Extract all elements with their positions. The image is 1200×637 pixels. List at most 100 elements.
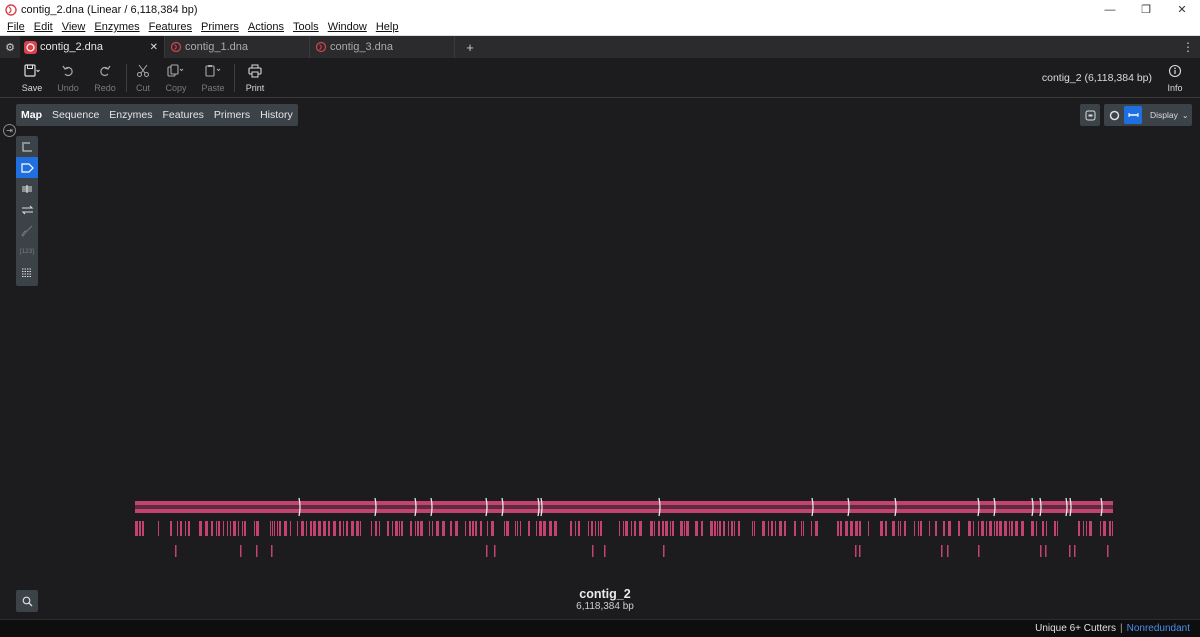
feature-mark[interactable] xyxy=(170,521,172,536)
feature-mark[interactable] xyxy=(480,521,482,536)
feature-mark[interactable] xyxy=(768,521,769,536)
feature-mark[interactable] xyxy=(135,521,138,536)
feature-mark[interactable] xyxy=(811,521,812,536)
feature-mark[interactable] xyxy=(771,521,773,536)
feature-mark[interactable] xyxy=(728,521,729,536)
feature-mark[interactable] xyxy=(415,521,416,536)
feature-mark[interactable] xyxy=(868,521,869,536)
feature-mark[interactable] xyxy=(904,521,906,536)
feature-mark[interactable] xyxy=(600,521,602,536)
feature-mark[interactable] xyxy=(859,521,861,536)
feature-mark[interactable] xyxy=(631,521,632,536)
feature-mark[interactable] xyxy=(850,521,853,536)
feature-mark[interactable] xyxy=(290,521,291,536)
feature-mark[interactable] xyxy=(731,521,733,536)
feature-mark[interactable] xyxy=(1100,521,1101,536)
feature-mark[interactable] xyxy=(1036,521,1037,536)
feature-mark[interactable] xyxy=(665,521,668,536)
feature-mark[interactable] xyxy=(885,521,887,536)
feature-mark[interactable] xyxy=(472,521,474,536)
feature-mark[interactable] xyxy=(401,521,403,536)
feature-mark[interactable] xyxy=(775,521,776,536)
enzyme-set-label[interactable]: Unique 6+ Cutters xyxy=(1035,623,1116,634)
feature-mark[interactable] xyxy=(343,521,344,536)
feature-mark[interactable] xyxy=(270,521,271,536)
feature-mark[interactable] xyxy=(274,521,275,536)
feature-mark[interactable] xyxy=(1112,521,1113,536)
feature-mark[interactable] xyxy=(420,521,423,536)
feature-mark[interactable] xyxy=(379,521,380,536)
feature-mark[interactable] xyxy=(717,521,718,536)
feature-mark[interactable] xyxy=(920,521,922,536)
feature-mark[interactable] xyxy=(272,521,273,536)
feature-mark[interactable] xyxy=(734,521,735,536)
feature-mark[interactable] xyxy=(914,521,915,536)
feature-mark[interactable] xyxy=(840,521,842,536)
feature-mark[interactable] xyxy=(672,521,674,536)
feature-mark[interactable] xyxy=(837,521,839,536)
feature-mark[interactable] xyxy=(779,521,782,536)
feature-mark[interactable] xyxy=(491,521,494,536)
feature-mark[interactable] xyxy=(318,521,321,536)
feature-mark[interactable] xyxy=(575,521,576,536)
feature-mark[interactable] xyxy=(216,521,217,536)
feature-mark[interactable] xyxy=(1078,521,1080,536)
feature-mark[interactable] xyxy=(625,521,628,536)
feature-mark[interactable] xyxy=(880,521,883,536)
feature-mark[interactable] xyxy=(948,521,951,536)
feature-mark[interactable] xyxy=(436,521,439,536)
feature-mark[interactable] xyxy=(634,521,636,536)
feature-mark[interactable] xyxy=(371,521,372,536)
feature-mark[interactable] xyxy=(543,521,546,536)
feature-mark[interactable] xyxy=(387,521,389,536)
feature-mark[interactable] xyxy=(595,521,596,536)
feature-mark[interactable] xyxy=(399,521,400,536)
feature-mark[interactable] xyxy=(227,521,228,536)
feature-mark[interactable] xyxy=(536,521,537,536)
feature-mark[interactable] xyxy=(244,521,246,536)
feature-mark[interactable] xyxy=(981,521,984,536)
feature-mark[interactable] xyxy=(680,521,683,536)
feature-mark[interactable] xyxy=(588,521,589,536)
linear-map[interactable] xyxy=(0,0,1200,637)
feature-mark[interactable] xyxy=(968,521,971,536)
feature-mark[interactable] xyxy=(310,521,312,536)
feature-mark[interactable] xyxy=(845,521,848,536)
feature-mark[interactable] xyxy=(935,521,937,536)
feature-mark[interactable] xyxy=(554,521,557,536)
feature-mark[interactable] xyxy=(256,521,259,536)
feature-mark[interactable] xyxy=(695,521,698,536)
feature-mark[interactable] xyxy=(333,521,336,536)
feature-mark[interactable] xyxy=(313,521,316,536)
feature-mark[interactable] xyxy=(375,521,377,536)
feature-mark[interactable] xyxy=(719,521,721,536)
feature-mark[interactable] xyxy=(504,521,505,536)
feature-mark[interactable] xyxy=(506,521,509,536)
feature-mark[interactable] xyxy=(570,521,572,536)
feature-mark[interactable] xyxy=(900,521,901,536)
feature-mark[interactable] xyxy=(205,521,208,536)
feature-mark[interactable] xyxy=(223,521,224,536)
feature-mark[interactable] xyxy=(520,521,521,536)
feature-mark[interactable] xyxy=(714,521,716,536)
feature-mark[interactable] xyxy=(1089,521,1092,536)
feature-mark[interactable] xyxy=(549,521,552,536)
feature-mark[interactable] xyxy=(297,521,298,536)
feature-mark[interactable] xyxy=(199,521,202,536)
feature-mark[interactable] xyxy=(185,521,186,536)
feature-mark[interactable] xyxy=(794,521,796,536)
feature-mark[interactable] xyxy=(455,521,458,536)
feature-mark[interactable] xyxy=(180,521,182,536)
feature-mark[interactable] xyxy=(442,521,445,536)
feature-mark[interactable] xyxy=(1009,521,1010,536)
feature-mark[interactable] xyxy=(986,521,987,536)
feature-mark[interactable] xyxy=(351,521,354,536)
feature-mark[interactable] xyxy=(784,521,786,536)
feature-mark[interactable] xyxy=(515,521,516,536)
feature-mark[interactable] xyxy=(395,521,398,536)
feature-mark[interactable] xyxy=(623,521,624,536)
feature-mark[interactable] xyxy=(943,521,945,536)
feature-mark[interactable] xyxy=(591,521,593,536)
feature-mark[interactable] xyxy=(218,521,220,536)
feature-mark[interactable] xyxy=(803,521,804,536)
